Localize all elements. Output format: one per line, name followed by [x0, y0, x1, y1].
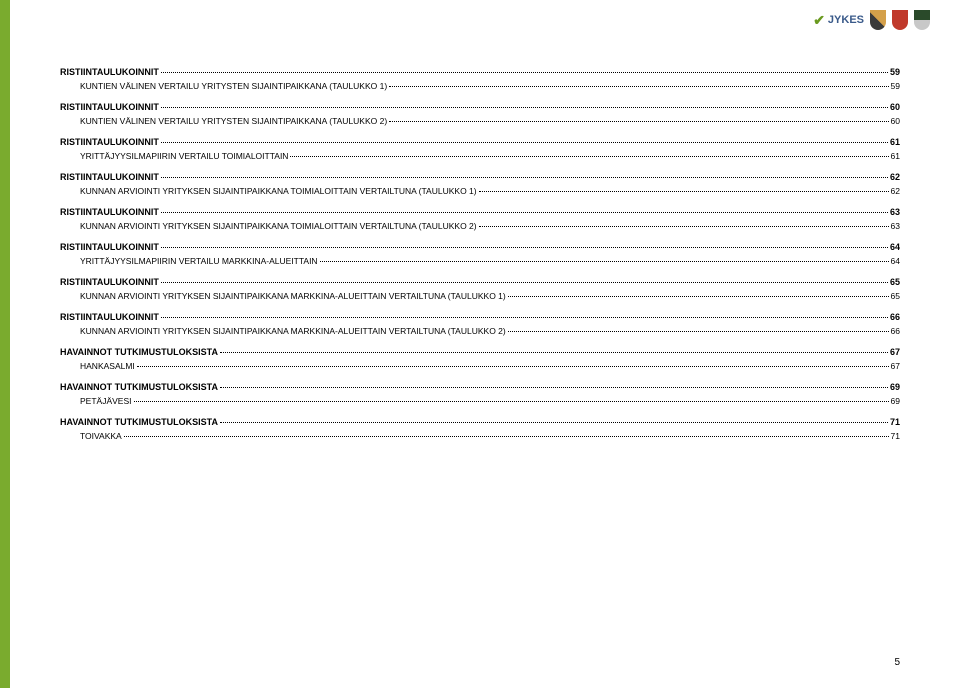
header-logos: ✔ JYKES — [813, 10, 930, 30]
toc-label: HAVAINNOT TUTKIMUSTULOKSISTA — [60, 345, 218, 359]
toc-label: RISTIINTAULUKOINNIT — [60, 275, 159, 289]
side-green-bar — [0, 0, 10, 688]
toc-page: 66 — [891, 325, 900, 339]
toc-leader-dots — [134, 401, 889, 402]
toc-leader-dots — [161, 142, 888, 143]
toc-label: HAVAINNOT TUTKIMUSTULOKSISTA — [60, 415, 218, 429]
toc-page: 71 — [891, 430, 900, 444]
toc-entry: HANKASALMI 67 — [80, 360, 900, 374]
toc-entry: RISTIINTAULUKOINNIT 64 — [60, 240, 900, 254]
toc-page: 61 — [891, 150, 900, 164]
toc-label: KUNNAN ARVIOINTI YRITYKSEN SIJAINTIPAIKK… — [80, 325, 506, 339]
toc-leader-dots — [290, 156, 888, 157]
toc-leader-dots — [137, 366, 889, 367]
toc-leader-dots — [508, 331, 889, 332]
toc-entry: KUNNAN ARVIOINTI YRITYKSEN SIJAINTIPAIKK… — [80, 220, 900, 234]
toc-page: 63 — [891, 220, 900, 234]
toc-label: HANKASALMI — [80, 360, 135, 374]
toc-leader-dots — [124, 436, 889, 437]
toc-entry: RISTIINTAULUKOINNIT 61 — [60, 135, 900, 149]
toc-label: KUNTIEN VÄLINEN VERTAILU YRITYSTEN SIJAI… — [80, 115, 387, 129]
toc-entry: KUNNAN ARVIOINTI YRITYKSEN SIJAINTIPAIKK… — [80, 185, 900, 199]
toc-entry: KUNTIEN VÄLINEN VERTAILU YRITYSTEN SIJAI… — [80, 80, 900, 94]
toc-label: HAVAINNOT TUTKIMUSTULOKSISTA — [60, 380, 218, 394]
toc-page: 59 — [891, 80, 900, 94]
toc-label: KUNNAN ARVIOINTI YRITYKSEN SIJAINTIPAIKK… — [80, 290, 506, 304]
toc-leader-dots — [220, 422, 888, 423]
toc-leader-dots — [161, 107, 888, 108]
toc-page: 63 — [890, 205, 900, 219]
toc-leader-dots — [161, 177, 888, 178]
toc-entry: HAVAINNOT TUTKIMUSTULOKSISTA 67 — [60, 345, 900, 359]
toc-label: KUNNAN ARVIOINTI YRITYKSEN SIJAINTIPAIKK… — [80, 185, 477, 199]
toc-label: TOIVAKKA — [80, 430, 122, 444]
toc-label: RISTIINTAULUKOINNIT — [60, 170, 159, 184]
toc-label: YRITTÄJYYSILMAPIIRIN VERTAILU TOIMIALOIT… — [80, 150, 288, 164]
toc-page: 67 — [891, 360, 900, 374]
toc-entry: RISTIINTAULUKOINNIT 66 — [60, 310, 900, 324]
toc-entry: TOIVAKKA 71 — [80, 430, 900, 444]
toc-page: 66 — [890, 310, 900, 324]
toc-entry: PETÄJÄVESI 69 — [80, 395, 900, 409]
toc-page: 60 — [890, 100, 900, 114]
shield-icon — [892, 10, 908, 30]
toc-page: 62 — [891, 185, 900, 199]
toc-entry: KUNNAN ARVIOINTI YRITYKSEN SIJAINTIPAIKK… — [80, 325, 900, 339]
toc-entry: RISTIINTAULUKOINNIT 63 — [60, 205, 900, 219]
toc-entry: KUNTIEN VÄLINEN VERTAILU YRITYSTEN SIJAI… — [80, 115, 900, 129]
toc-label: RISTIINTAULUKOINNIT — [60, 310, 159, 324]
toc-page: 59 — [890, 65, 900, 79]
toc-entry: HAVAINNOT TUTKIMUSTULOKSISTA 69 — [60, 380, 900, 394]
toc-page: 69 — [891, 395, 900, 409]
toc-leader-dots — [161, 247, 888, 248]
logo-text: JYKES — [828, 14, 864, 26]
toc-page: 65 — [890, 275, 900, 289]
toc-label: PETÄJÄVESI — [80, 395, 132, 409]
toc-leader-dots — [479, 191, 889, 192]
toc-page: 64 — [891, 255, 900, 269]
toc-leader-dots — [161, 212, 888, 213]
toc-page: 64 — [890, 240, 900, 254]
toc-leader-dots — [161, 72, 888, 73]
toc-entry: RISTIINTAULUKOINNIT 59 — [60, 65, 900, 79]
toc-page: 62 — [890, 170, 900, 184]
toc-leader-dots — [161, 282, 888, 283]
toc-entry: YRITTÄJYYSILMAPIIRIN VERTAILU MARKKINA-A… — [80, 255, 900, 269]
toc-label: KUNTIEN VÄLINEN VERTAILU YRITYSTEN SIJAI… — [80, 80, 387, 94]
toc-page: 67 — [890, 345, 900, 359]
toc-leader-dots — [161, 317, 888, 318]
toc-leader-dots — [220, 387, 888, 388]
checkmark-icon: ✔ — [813, 12, 825, 29]
toc-entry: KUNNAN ARVIOINTI YRITYKSEN SIJAINTIPAIKK… — [80, 290, 900, 304]
toc-page: 71 — [890, 415, 900, 429]
toc-label: RISTIINTAULUKOINNIT — [60, 135, 159, 149]
toc-entry: RISTIINTAULUKOINNIT 62 — [60, 170, 900, 184]
toc-label: RISTIINTAULUKOINNIT — [60, 205, 159, 219]
toc-leader-dots — [320, 261, 889, 262]
toc-label: RISTIINTAULUKOINNIT — [60, 240, 159, 254]
jykes-logo: ✔ JYKES — [813, 12, 864, 29]
toc-leader-dots — [220, 352, 888, 353]
shield-icon — [870, 10, 886, 30]
page-number: 5 — [894, 657, 900, 668]
toc-page: 69 — [890, 380, 900, 394]
shield-icon — [914, 10, 930, 30]
toc-label: KUNNAN ARVIOINTI YRITYKSEN SIJAINTIPAIKK… — [80, 220, 477, 234]
toc-label: RISTIINTAULUKOINNIT — [60, 100, 159, 114]
toc-entry: HAVAINNOT TUTKIMUSTULOKSISTA 71 — [60, 415, 900, 429]
table-of-contents: RISTIINTAULUKOINNIT 59KUNTIEN VÄLINEN VE… — [60, 65, 900, 444]
toc-page: 60 — [891, 115, 900, 129]
toc-page: 61 — [890, 135, 900, 149]
toc-label: YRITTÄJYYSILMAPIIRIN VERTAILU MARKKINA-A… — [80, 255, 318, 269]
toc-leader-dots — [389, 121, 888, 122]
toc-page: 65 — [891, 290, 900, 304]
toc-label: RISTIINTAULUKOINNIT — [60, 65, 159, 79]
toc-leader-dots — [479, 226, 889, 227]
toc-entry: YRITTÄJYYSILMAPIIRIN VERTAILU TOIMIALOIT… — [80, 150, 900, 164]
toc-leader-dots — [389, 86, 888, 87]
toc-leader-dots — [508, 296, 889, 297]
toc-entry: RISTIINTAULUKOINNIT 65 — [60, 275, 900, 289]
toc-entry: RISTIINTAULUKOINNIT 60 — [60, 100, 900, 114]
